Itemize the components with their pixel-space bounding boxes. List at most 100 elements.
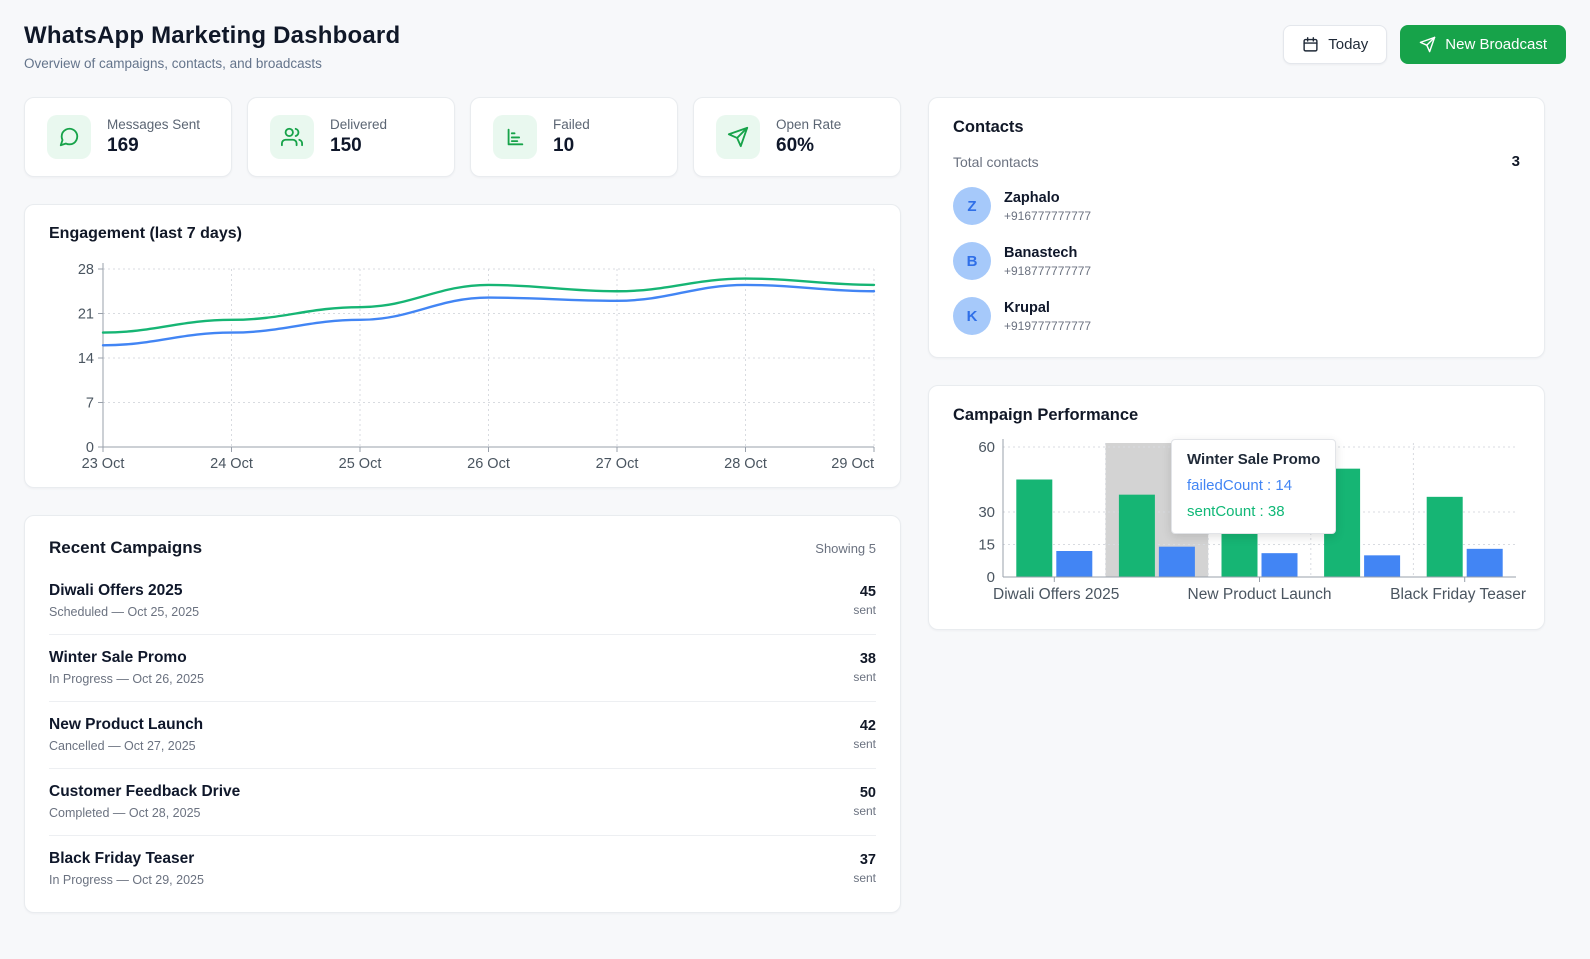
- campaign-sent-unit: sent: [853, 670, 876, 684]
- campaign-row-text: Customer Feedback Drive Completed — Oct …: [49, 783, 240, 820]
- new-broadcast-button[interactable]: New Broadcast: [1400, 25, 1566, 64]
- x-axis-label: New Product Launch: [1188, 586, 1332, 603]
- campaign-row-text: New Product Launch Cancelled — Oct 27, 2…: [49, 716, 203, 753]
- y-axis-label: 14: [78, 351, 94, 367]
- failed-bar[interactable]: [1158, 546, 1195, 577]
- campaign-sent-count: 38: [859, 651, 876, 667]
- showing-count: Showing 5: [815, 540, 876, 556]
- failed-bar[interactable]: [1466, 548, 1503, 577]
- campaign-performance-card: Campaign Performance 0 15 30 60 Diwali Offer…: [928, 385, 1545, 630]
- campaign-row-count: 50 sent: [853, 785, 876, 818]
- contact-text: Krupal +919777777777: [1004, 300, 1091, 333]
- campaign-performance-title: Campaign Performance: [953, 406, 1139, 424]
- contact-row[interactable]: Z Zaphalo +916777777777: [953, 187, 1520, 225]
- x-axis-label: 25 Oct: [339, 456, 382, 472]
- tooltip-sent-count: sentCount : 38: [1187, 503, 1285, 520]
- y-axis-label: 21: [78, 307, 94, 323]
- left-column: Messages Sent 169 Delivered 150 Failed 1…: [24, 97, 901, 913]
- message-icon: [47, 115, 91, 159]
- y-axis-label: 15: [978, 537, 995, 554]
- campaign-row-text: Black Friday Teaser In Progress — Oct 29…: [49, 850, 204, 887]
- contacts-title: Contacts: [953, 118, 1024, 136]
- stats-row: Messages Sent 169 Delivered 150 Failed 1…: [24, 97, 901, 177]
- campaign-sent-count: 45: [859, 584, 876, 600]
- total-contacts-value: 3: [1511, 153, 1520, 170]
- x-axis-label: 26 Oct: [467, 456, 510, 472]
- engagement-chart-canvas[interactable]: 0 7 14 21 28 23 Oct 24 Oct 25 Oct 26 Oct 27 Oct 28…: [49, 257, 878, 475]
- contact-phone: +919777777777: [1004, 318, 1092, 333]
- contact-row[interactable]: B Banastech +918777777777: [953, 242, 1520, 280]
- page-subtitle: Overview of campaigns, contacts, and bro…: [24, 56, 322, 71]
- avatar: Z: [953, 187, 991, 225]
- campaign-name: Customer Feedback Drive: [49, 783, 241, 800]
- campaign-row-text: Winter Sale Promo In Progress — Oct 26, …: [49, 649, 204, 686]
- contact-row[interactable]: K Krupal +919777777777: [953, 297, 1520, 335]
- contact-name: Zaphalo: [1004, 189, 1060, 206]
- today-button[interactable]: Today: [1283, 25, 1388, 64]
- topbar-actions: Today New Broadcast: [1283, 25, 1566, 64]
- contacts-card: Contacts Total contacts 3 Z Zaphalo +916…: [928, 97, 1545, 358]
- avatar: B: [953, 242, 991, 280]
- campaign-name: Diwali Offers 2025: [49, 582, 183, 599]
- topbar: WhatsApp Marketing Dashboard Overview of…: [24, 22, 1566, 71]
- send-icon: [716, 115, 760, 159]
- failed-bar[interactable]: [1364, 555, 1401, 577]
- campaign-row[interactable]: Winter Sale Promo In Progress — Oct 26, …: [49, 635, 876, 702]
- contact-text: Zaphalo +916777777777: [1004, 190, 1091, 223]
- right-column: Contacts Total contacts 3 Z Zaphalo +916…: [928, 97, 1545, 630]
- campaign-status: In Progress — Oct 26, 2025: [49, 672, 204, 686]
- contact-phone: +918777777777: [1004, 263, 1092, 278]
- y-axis-label: 30: [978, 504, 995, 521]
- contacts-total-row: Total contacts 3: [953, 153, 1520, 170]
- y-axis-label: 60: [978, 439, 995, 456]
- stat-value: 169: [107, 135, 139, 156]
- campaign-row-count: 37 sent: [853, 852, 876, 885]
- y-axis-label: 0: [987, 569, 995, 586]
- send-icon: [1419, 36, 1436, 53]
- tooltip-failed-count: failedCount : 14: [1187, 477, 1293, 494]
- campaign-sent-count: 42: [859, 718, 876, 734]
- contact-phone: +916777777777: [1004, 208, 1092, 223]
- campaign-sent-count: 50: [859, 785, 876, 801]
- engagement-chart[interactable]: 0 7 14 21 28 23 Oct 24 Oct 25 Oct 26 Oct 27 Oct 28…: [49, 257, 876, 475]
- engagement-title: Engagement (last 7 days): [49, 225, 242, 242]
- campaign-name: Black Friday Teaser: [49, 850, 195, 867]
- campaign-status: In Progress — Oct 29, 2025: [49, 873, 204, 887]
- campaign-row-count: 38 sent: [853, 651, 876, 684]
- stat-value: 60%: [776, 135, 815, 156]
- failed-bar[interactable]: [1056, 551, 1093, 577]
- sent-bar[interactable]: [1118, 494, 1155, 577]
- failed-bar[interactable]: [1261, 553, 1298, 577]
- x-axis-label: 29 Oct: [831, 456, 874, 472]
- stat-label: Messages Sent: [107, 117, 201, 132]
- stat-text: Delivered 150: [330, 117, 387, 157]
- calendar-icon: [1302, 36, 1319, 53]
- stat-value: 150: [330, 135, 362, 156]
- campaign-row[interactable]: Diwali Offers 2025 Scheduled — Oct 25, 2…: [49, 568, 876, 635]
- campaign-row[interactable]: New Product Launch Cancelled — Oct 27, 2…: [49, 702, 876, 769]
- dashboard-page: WhatsApp Marketing Dashboard Overview of…: [0, 0, 1590, 935]
- x-axis-label: 24 Oct: [210, 456, 253, 472]
- engagement-card: Engagement (last 7 days) 0 7 14 21 28 23 Oct 2…: [24, 204, 901, 488]
- new-broadcast-button-label: New Broadcast: [1445, 36, 1547, 53]
- sent-bar[interactable]: [1426, 496, 1463, 577]
- sent-bar[interactable]: [1016, 479, 1053, 578]
- avatar: K: [953, 297, 991, 335]
- stat-card-delivered: Delivered 150: [247, 97, 455, 177]
- campaign-status: Scheduled — Oct 25, 2025: [49, 605, 200, 619]
- campaign-status: Cancelled — Oct 27, 2025: [49, 739, 196, 753]
- stat-label: Failed: [553, 117, 590, 132]
- campaign-row-text: Diwali Offers 2025 Scheduled — Oct 25, 2…: [49, 582, 199, 619]
- total-contacts-label: Total contacts: [953, 153, 1039, 170]
- campaign-row-count: 42 sent: [853, 718, 876, 751]
- campaign-row[interactable]: Black Friday Teaser In Progress — Oct 29…: [49, 836, 876, 902]
- campaign-sent-unit: sent: [853, 603, 876, 617]
- campaign-row[interactable]: Customer Feedback Drive Completed — Oct …: [49, 769, 876, 836]
- users-icon: [270, 115, 314, 159]
- y-axis-label: 0: [86, 440, 94, 456]
- stat-text: Failed 10: [553, 117, 590, 157]
- x-axis-label: 27 Oct: [596, 456, 639, 472]
- x-axis-label: Diwali Offers 2025: [993, 586, 1119, 603]
- campaign-name: Winter Sale Promo: [49, 649, 187, 666]
- contact-name: Banastech: [1004, 244, 1078, 261]
